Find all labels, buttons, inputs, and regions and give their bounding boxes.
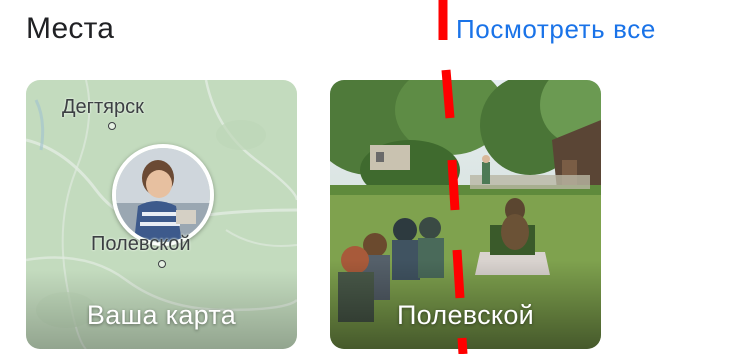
section-title: Места: [26, 12, 115, 45]
map-place-dot: [108, 122, 116, 130]
map-place-dot: [158, 260, 166, 268]
places-section: Места Посмотреть все Дегтярск Полевской …: [0, 0, 743, 354]
see-all-link[interactable]: Посмотреть все: [456, 14, 656, 45]
card-label: Полевской: [396, 300, 535, 330]
your-map-card[interactable]: Дегтярск Полевской Ваша карта: [26, 80, 297, 349]
place-card-polevskoy[interactable]: Полевской: [330, 80, 601, 349]
map-place-label: Полевской: [91, 233, 191, 255]
card-label: Ваша карта: [86, 300, 237, 330]
avatar: [112, 144, 214, 246]
map-place-label: Дегтярск: [62, 96, 144, 118]
